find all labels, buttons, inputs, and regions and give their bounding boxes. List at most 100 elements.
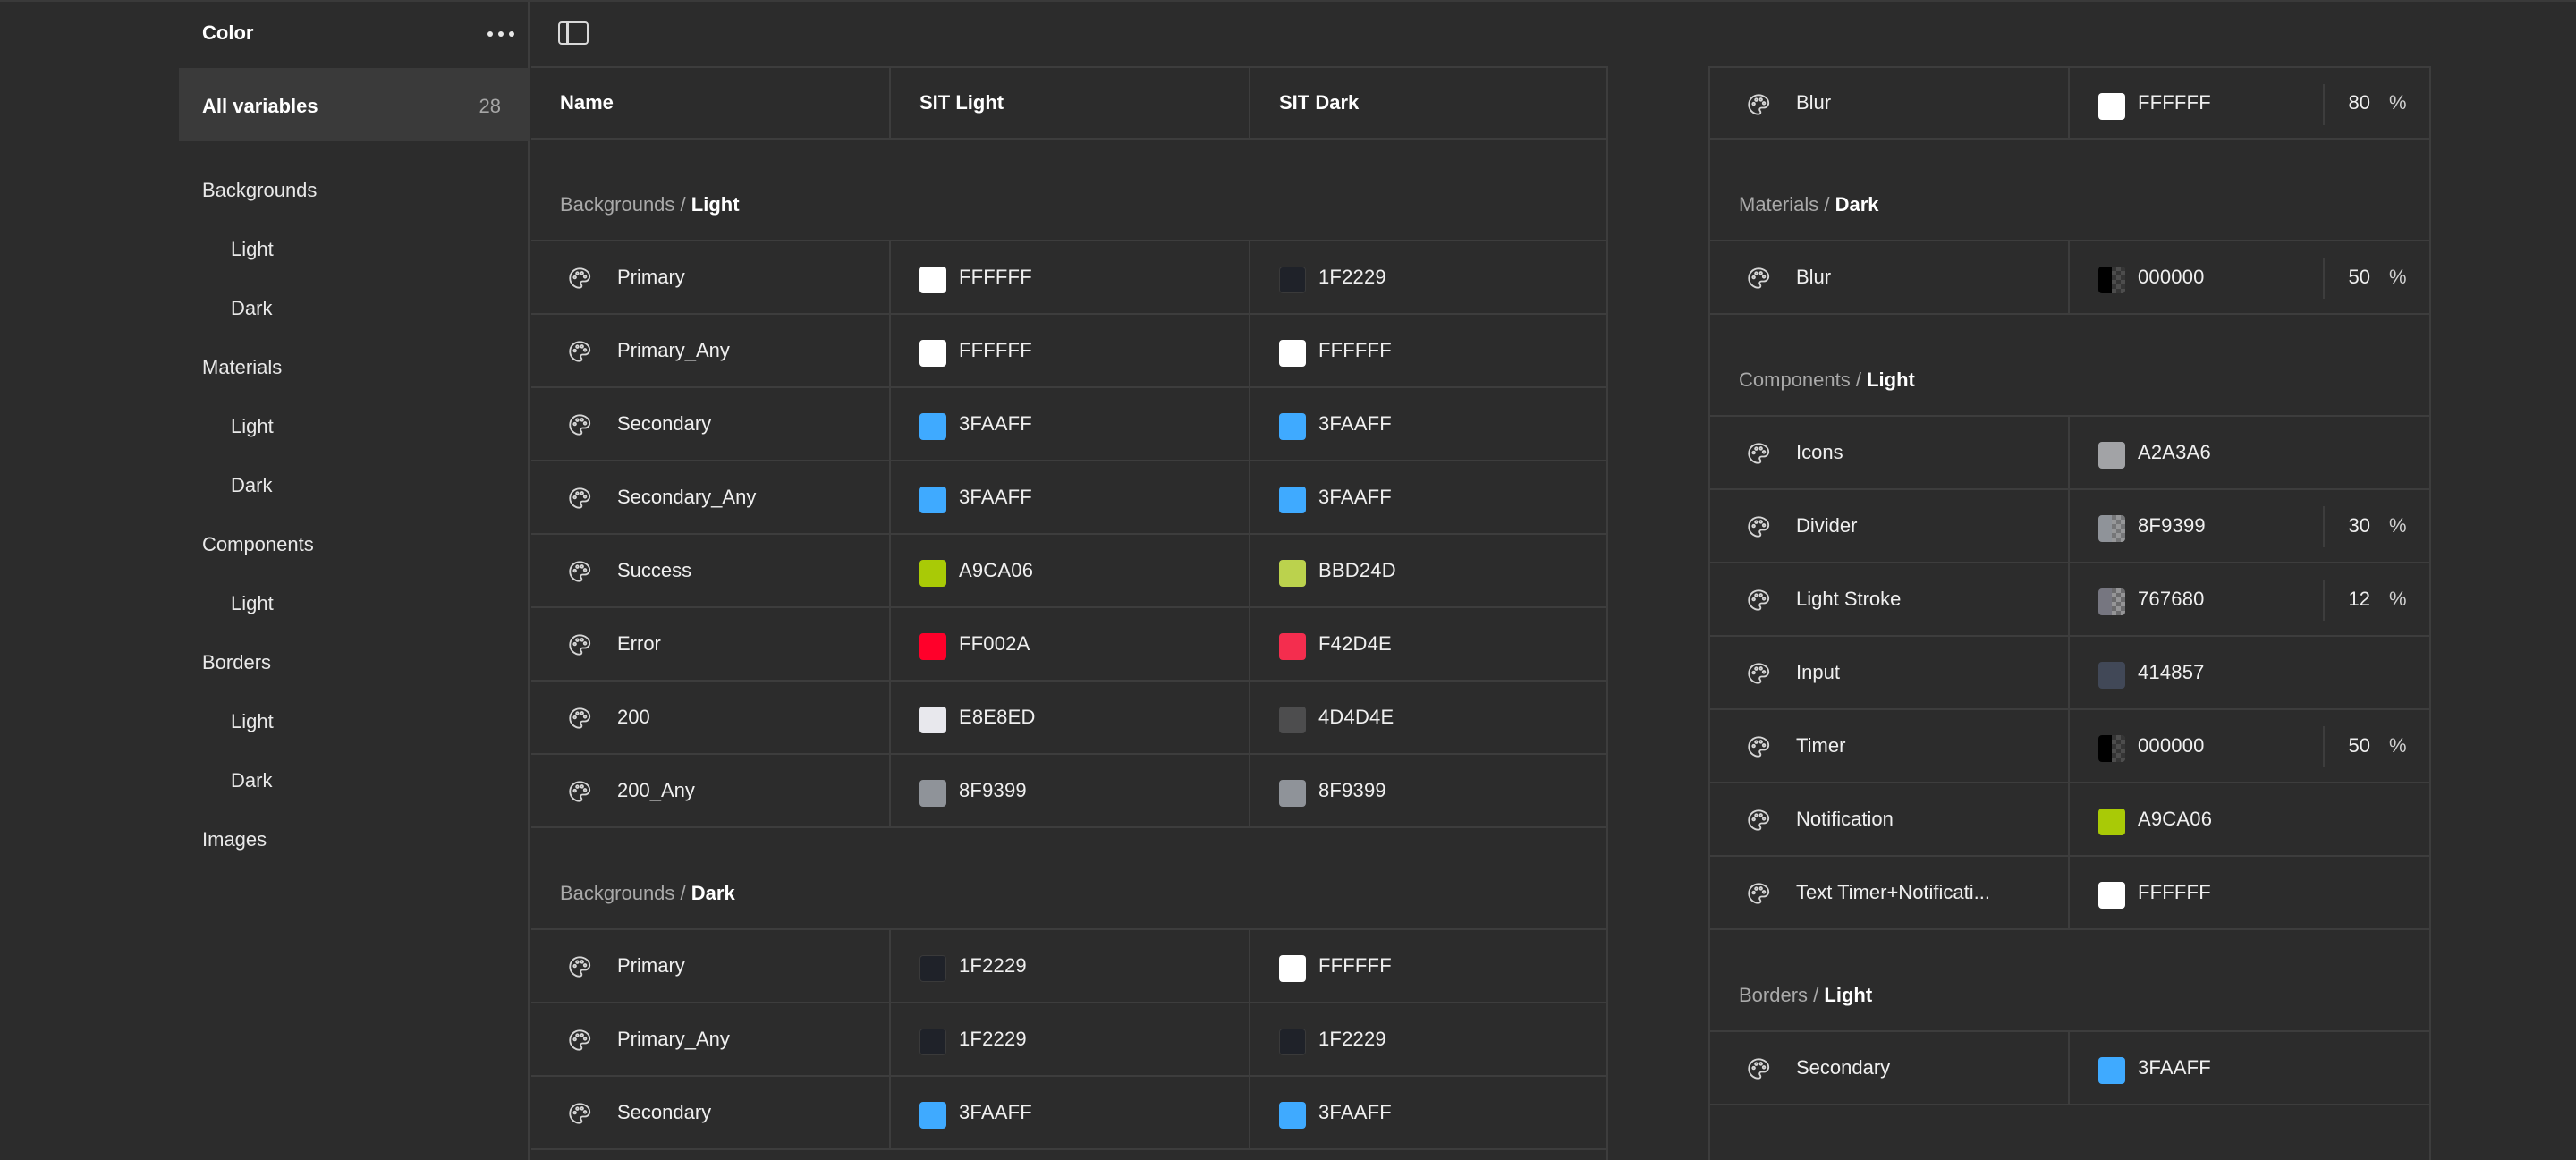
value-cell-sit-dark[interactable]: 8F9399: [1250, 755, 1608, 826]
value-cell-sit-light[interactable]: 000000 50%: [2070, 241, 2431, 313]
color-swatch[interactable]: [2098, 588, 2125, 615]
table-row[interactable]: Blur FFFFFF 80%: [1710, 66, 2431, 140]
color-swatch[interactable]: [919, 487, 946, 513]
value-cell-sit-light[interactable]: 1F2229: [891, 930, 1250, 1002]
sidebar-item[interactable]: Light: [179, 397, 530, 456]
name-cell[interactable]: Icons: [1710, 417, 2070, 488]
value-cell-sit-light[interactable]: A9CA06: [891, 535, 1250, 606]
sidebar-item[interactable]: Light: [179, 692, 530, 751]
value-cell-sit-dark[interactable]: 1F2229: [1250, 1003, 1608, 1075]
color-swatch[interactable]: [919, 1102, 946, 1129]
color-swatch[interactable]: [919, 707, 946, 733]
color-swatch[interactable]: [919, 340, 946, 367]
value-cell-sit-light[interactable]: 3FAAFF: [891, 461, 1250, 533]
name-cell[interactable]: Notification: [1710, 783, 2070, 855]
value-cell-sit-light[interactable]: FFFFFF: [891, 241, 1250, 313]
sidebar-item[interactable]: Light: [179, 220, 530, 279]
opacity-value[interactable]: 80: [2334, 68, 2370, 138]
table-row[interactable]: 200_Any 8F9399 8F9399: [531, 755, 1606, 828]
column-header-name[interactable]: Name: [531, 68, 891, 138]
value-cell-sit-dark[interactable]: 1F2229: [1250, 241, 1608, 313]
color-swatch[interactable]: [1279, 633, 1306, 660]
color-swatch[interactable]: [919, 955, 946, 982]
sidebar-toggle-icon[interactable]: [558, 21, 589, 45]
color-swatch[interactable]: [2098, 662, 2125, 689]
value-cell-sit-light[interactable]: 8F9399: [891, 755, 1250, 826]
value-cell-sit-dark[interactable]: 4D4D4E: [1250, 682, 1608, 753]
color-swatch[interactable]: [2098, 93, 2125, 120]
table-row[interactable]: Primary_Any FFFFFF FFFFFF: [531, 315, 1606, 388]
opacity-value[interactable]: 50: [2334, 710, 2370, 782]
value-cell-sit-dark[interactable]: FFFFFF: [1250, 930, 1608, 1002]
opacity-value[interactable]: 50: [2334, 241, 2370, 313]
color-swatch[interactable]: [2098, 735, 2125, 762]
color-swatch[interactable]: [919, 413, 946, 440]
name-cell[interactable]: Secondary: [1710, 1032, 2070, 1104]
color-swatch[interactable]: [919, 1029, 946, 1055]
color-swatch[interactable]: [1279, 267, 1306, 293]
table-row[interactable]: Blur 000000 50%: [1710, 241, 2431, 315]
name-cell[interactable]: Blur: [1710, 68, 2070, 138]
all-variables-item[interactable]: All variables 28: [179, 68, 530, 141]
color-swatch[interactable]: [1279, 1029, 1306, 1055]
name-cell[interactable]: 200_Any: [531, 755, 891, 826]
color-swatch[interactable]: [1279, 780, 1306, 807]
value-cell-sit-light[interactable]: A2A3A6: [2070, 417, 2431, 488]
sidebar-item[interactable]: Components: [179, 515, 530, 574]
color-swatch[interactable]: [1279, 707, 1306, 733]
name-cell[interactable]: Success: [531, 535, 891, 606]
color-swatch[interactable]: [2098, 442, 2125, 469]
color-swatch[interactable]: [1279, 560, 1306, 587]
name-cell[interactable]: Divider: [1710, 490, 2070, 562]
name-cell[interactable]: Secondary_Any: [531, 461, 891, 533]
value-cell-sit-light[interactable]: 3FAAFF: [891, 1077, 1250, 1148]
value-cell-sit-light[interactable]: FFFFFF 80%: [2070, 68, 2431, 138]
sidebar-item[interactable]: Dark: [179, 279, 530, 338]
value-cell-sit-light[interactable]: FFFFFF: [891, 315, 1250, 386]
column-header-mode-light[interactable]: SIT Light: [891, 68, 1250, 138]
value-cell-sit-light[interactable]: 414857: [2070, 637, 2431, 708]
table-row[interactable]: Error FF002A F42D4E: [531, 608, 1606, 682]
value-cell-sit-dark[interactable]: 3FAAFF: [1250, 1077, 1608, 1148]
name-cell[interactable]: Text Timer+Notificati...: [1710, 857, 2070, 928]
name-cell[interactable]: Light Stroke: [1710, 563, 2070, 635]
color-swatch[interactable]: [1279, 487, 1306, 513]
color-swatch[interactable]: [2098, 515, 2125, 542]
name-cell[interactable]: Secondary: [531, 1077, 891, 1148]
color-swatch[interactable]: [2098, 882, 2125, 909]
value-cell-sit-light[interactable]: 000000 50%: [2070, 710, 2431, 782]
color-swatch[interactable]: [1279, 340, 1306, 367]
more-horizontal-icon[interactable]: [485, 20, 517, 48]
table-row[interactable]: Success A9CA06 BBD24D: [531, 535, 1606, 608]
table-row[interactable]: Secondary 3FAAFF 3FAAFF: [531, 1077, 1606, 1150]
sidebar-item[interactable]: Borders: [179, 633, 530, 692]
value-cell-sit-light[interactable]: 8F9399 30%: [2070, 490, 2431, 562]
value-cell-sit-light[interactable]: 1F2229: [891, 1003, 1250, 1075]
name-cell[interactable]: Input: [1710, 637, 2070, 708]
name-cell[interactable]: Blur: [1710, 241, 2070, 313]
sidebar-item[interactable]: Images: [179, 810, 530, 869]
value-cell-sit-light[interactable]: FF002A: [891, 608, 1250, 680]
table-row[interactable]: Secondary 3FAAFF: [1710, 1032, 2431, 1105]
color-swatch[interactable]: [2098, 267, 2125, 293]
value-cell-sit-dark[interactable]: FFFFFF: [1250, 315, 1608, 386]
name-cell[interactable]: Primary: [531, 930, 891, 1002]
name-cell[interactable]: Timer: [1710, 710, 2070, 782]
name-cell[interactable]: Primary_Any: [531, 315, 891, 386]
table-row[interactable]: Input 414857: [1710, 637, 2431, 710]
sidebar-item[interactable]: Dark: [179, 751, 530, 810]
value-cell-sit-light[interactable]: A9CA06: [2070, 783, 2431, 855]
table-row[interactable]: Icons A2A3A6: [1710, 417, 2431, 490]
sidebar-item[interactable]: Materials: [179, 338, 530, 397]
name-cell[interactable]: 200: [531, 682, 891, 753]
color-swatch[interactable]: [2098, 1057, 2125, 1084]
sidebar-item[interactable]: Backgrounds: [179, 161, 530, 220]
table-row[interactable]: Secondary 3FAAFF 3FAAFF: [531, 388, 1606, 461]
table-row[interactable]: Primary FFFFFF 1F2229: [531, 241, 1606, 315]
value-cell-sit-dark[interactable]: BBD24D: [1250, 535, 1608, 606]
name-cell[interactable]: Error: [531, 608, 891, 680]
table-row[interactable]: Primary 1F2229 FFFFFF: [531, 930, 1606, 1003]
name-cell[interactable]: Secondary: [531, 388, 891, 460]
table-row[interactable]: Primary_Any 1F2229 1F2229: [531, 1003, 1606, 1077]
table-row[interactable]: Text Timer+Notificati... FFFFFF: [1710, 857, 2431, 930]
